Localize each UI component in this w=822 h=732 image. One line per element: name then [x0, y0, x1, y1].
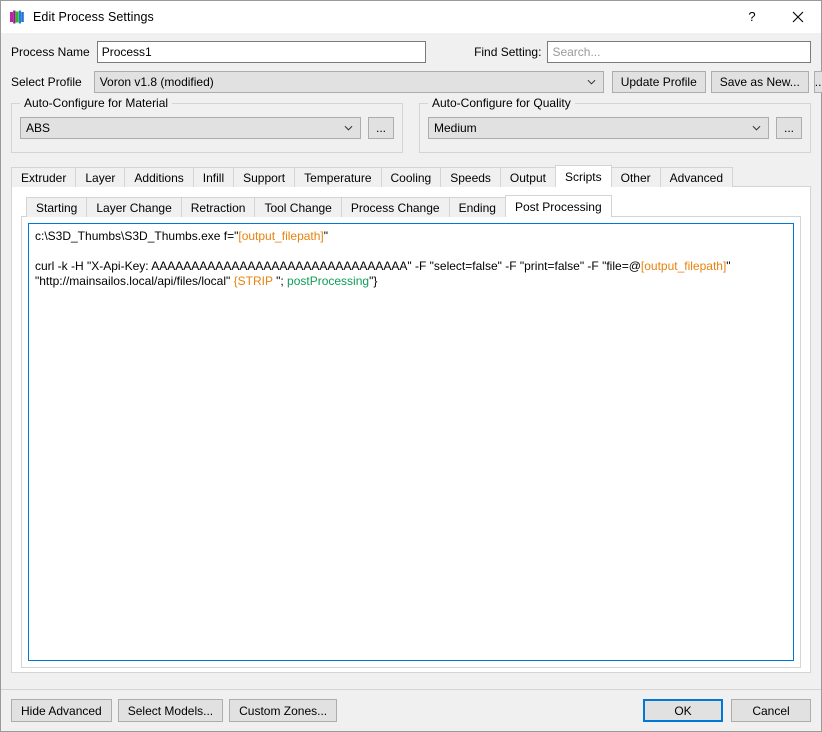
subtab-process-change[interactable]: Process Change [340, 197, 450, 217]
tab-speeds[interactable]: Speeds [440, 167, 501, 187]
tab-label: Process Change [350, 201, 440, 215]
help-button[interactable]: ? [729, 1, 775, 32]
tab-label: Ending [458, 201, 496, 215]
tab-support[interactable]: Support [233, 167, 296, 187]
subtab-ending[interactable]: Ending [448, 197, 506, 217]
subtab-retraction[interactable]: Retraction [180, 197, 256, 217]
chevron-down-icon [344, 125, 353, 131]
profile-more-button[interactable]: ... [813, 71, 822, 93]
subtab-post-processing[interactable]: Post Processing [504, 195, 612, 217]
tab-label: Layer [85, 171, 116, 185]
select-models-button[interactable]: Select Models... [117, 699, 224, 722]
tab-label: Cooling [390, 171, 432, 185]
tab-layer[interactable]: Layer [75, 167, 126, 187]
tab-label: Temperature [304, 171, 372, 185]
tab-infill[interactable]: Infill [192, 167, 235, 187]
main-tab-row: Extruder Layer Additions Infill Support Tempe… [11, 165, 811, 187]
settings-tabs: Extruder Layer Additions Infill Support Tempe… [11, 165, 811, 673]
material-more-button[interactable]: ... [368, 117, 394, 139]
tab-label: Retraction [190, 201, 246, 215]
subtab-starting[interactable]: Starting [26, 197, 88, 217]
script-variable-token: [output_filepath] [640, 259, 727, 273]
tab-label: Speeds [450, 171, 491, 185]
quality-value: Medium [434, 121, 477, 135]
auto-configure-material-title: Auto-Configure for Material [20, 96, 173, 110]
tab-temperature[interactable]: Temperature [294, 167, 382, 187]
auto-configure-quality-title: Auto-Configure for Quality [428, 96, 575, 110]
tab-label: Additions [134, 171, 184, 185]
post-processing-panel: c:\S3D_Thumbs\S3D_Thumbs.exe f="[output_… [21, 216, 801, 668]
tab-label: Post Processing [514, 200, 602, 214]
tab-label: Infill [202, 171, 225, 185]
tab-scripts[interactable]: Scripts [554, 165, 612, 187]
tab-label: Advanced [669, 171, 724, 185]
select-profile-value: Voron v1.8 (modified) [99, 75, 214, 89]
tab-label: Layer Change [96, 201, 172, 215]
dialog-footer: Hide Advanced Select Models... Custom Zo… [1, 689, 821, 731]
tab-extruder[interactable]: Extruder [11, 167, 77, 187]
code-line: c:\S3D_Thumbs\S3D_Thumbs.exe f="[output_… [35, 229, 787, 244]
scripts-tab-panel: Starting Layer Change Retraction Tool Chang… [11, 186, 811, 673]
process-name-label: Process Name [11, 45, 90, 59]
script-sub-tab-row: Starting Layer Change Retraction Tool Chang… [26, 195, 801, 217]
material-value: ABS [26, 121, 51, 135]
tab-label: Extruder [21, 171, 67, 185]
tab-output[interactable]: Output [499, 167, 556, 187]
code-line: curl -k -H "X-Api-Key: AAAAAAAAAAAAAAAAA… [35, 259, 787, 289]
window-title: Edit Process Settings [33, 9, 154, 24]
update-profile-button[interactable]: Update Profile [611, 71, 706, 93]
auto-configure-quality-group: Auto-Configure for Quality Medium ... [419, 96, 811, 153]
save-as-new-button[interactable]: Save as New... [710, 71, 809, 93]
subtab-layer-change[interactable]: Layer Change [86, 197, 182, 217]
auto-configure-groups: Auto-Configure for Material ABS ... Auto… [11, 96, 811, 153]
tab-other[interactable]: Other [610, 167, 661, 187]
tab-label: Starting [36, 201, 78, 215]
auto-configure-material-group: Auto-Configure for Material ABS ... [11, 96, 403, 153]
quality-more-button[interactable]: ... [776, 117, 802, 139]
find-setting-input[interactable] [547, 41, 811, 63]
tab-advanced[interactable]: Advanced [659, 167, 734, 187]
tab-cooling[interactable]: Cooling [380, 167, 442, 187]
cancel-button[interactable]: Cancel [731, 699, 811, 722]
tab-label: Tool Change [264, 201, 332, 215]
post-processing-script-editor[interactable]: c:\S3D_Thumbs\S3D_Thumbs.exe f="[output_… [28, 223, 794, 661]
hide-advanced-button[interactable]: Hide Advanced [11, 699, 112, 722]
select-profile-label: Select Profile [11, 75, 82, 89]
script-keyword-token: postProcessing [287, 274, 370, 288]
title-bar: Edit Process Settings ? [1, 1, 821, 33]
dialog-content: Process Name Find Setting: Select Profil… [1, 40, 822, 673]
script-variable-token: [output_filepath] [238, 229, 324, 243]
script-text-token: "} [369, 274, 378, 288]
tab-label: Scripts [564, 170, 602, 184]
process-name-row: Process Name Find Setting: [11, 40, 811, 64]
script-text-token: "; [272, 274, 288, 288]
close-icon [792, 11, 804, 22]
find-setting-label: Find Setting: [474, 45, 542, 59]
script-text-token: " [323, 229, 329, 243]
simplify3d-bars-icon [10, 10, 24, 23]
quality-dropdown[interactable]: Medium [428, 117, 769, 139]
chevron-down-icon [752, 125, 761, 131]
tab-label: Output [509, 171, 546, 185]
script-variable-token: {STRIP [233, 274, 273, 288]
script-text-token: curl -k -H "X-Api-Key: AAAAAAAAAAAAAAAAA… [35, 259, 641, 273]
tab-label: Other [620, 171, 651, 185]
subtab-tool-change[interactable]: Tool Change [254, 197, 342, 217]
custom-zones-button[interactable]: Custom Zones... [229, 699, 338, 722]
select-profile-row: Select Profile Voron v1.8 (modified) Upd… [11, 70, 822, 94]
ok-button[interactable]: OK [643, 699, 723, 722]
help-icon: ? [748, 9, 756, 24]
material-dropdown[interactable]: ABS [20, 117, 361, 139]
chevron-down-icon [587, 79, 596, 85]
select-profile-dropdown[interactable]: Voron v1.8 (modified) [93, 71, 604, 93]
script-text-token: c:\S3D_Thumbs\S3D_Thumbs.exe f=" [35, 229, 239, 243]
edit-process-settings-window: Edit Process Settings ? Process Name Fin… [0, 0, 822, 732]
tab-label: Support [243, 171, 286, 185]
tab-additions[interactable]: Additions [124, 167, 194, 187]
close-button[interactable] [775, 1, 821, 32]
process-name-input[interactable] [96, 41, 427, 63]
